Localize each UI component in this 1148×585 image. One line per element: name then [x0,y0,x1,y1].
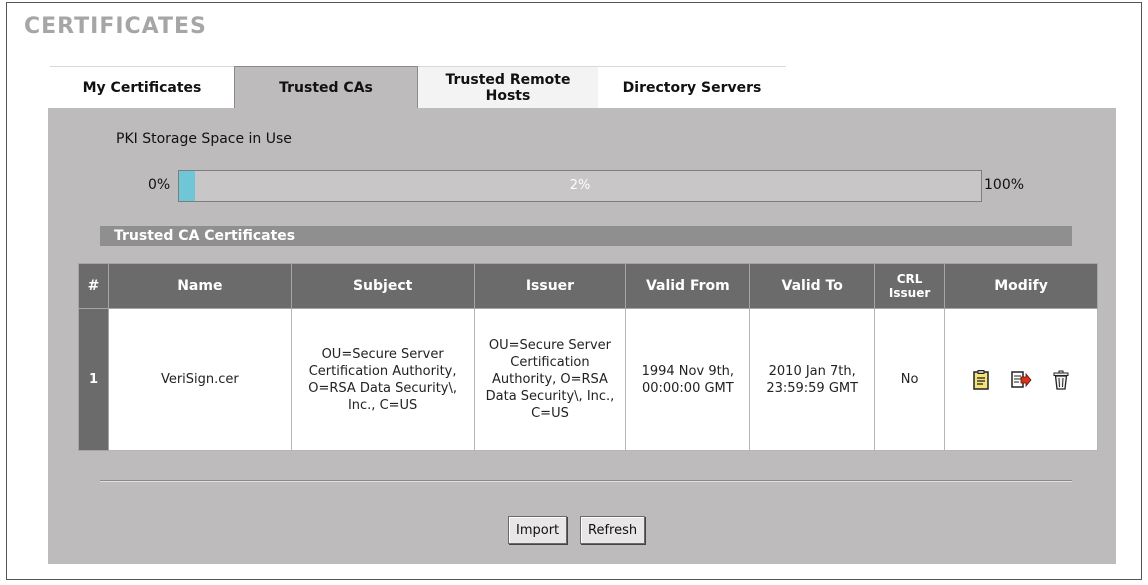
tab-label: My Certificates [82,80,202,96]
header-valid-to: Valid To [749,263,876,309]
tab-label: Directory Servers [622,80,762,96]
storage-usage-text: 2% [569,178,591,193]
details-icon[interactable] [970,369,992,391]
row-modify [944,308,1098,451]
row-valid-to: 2010 Jan 7th, 23:59:59 GMT [749,308,876,451]
storage-min-label: 0% [148,177,171,193]
divider [100,480,1072,482]
refresh-button[interactable]: Refresh [580,516,646,544]
storage-max-label: 100% [984,177,1025,193]
tab-directory-servers[interactable]: Directory Servers [598,66,786,109]
page-title: CERTIFICATES [24,14,207,39]
tab-label: Trusted CAs [279,80,373,96]
import-button[interactable]: Import [508,516,568,544]
header-name: Name [107,263,292,309]
delete-icon[interactable] [1050,369,1072,391]
tab-trusted-cas[interactable]: Trusted CAs [234,66,418,109]
row-subject: OU=Secure Server Certification Authority… [290,308,475,451]
row-valid-from: 1994 Nov 9th, 00:00:00 GMT [625,308,751,451]
tab-trusted-remote-hosts[interactable]: Trusted Remote Hosts [418,66,598,109]
header-subject: Subject [290,263,475,309]
tab-my-certificates[interactable]: My Certificates [50,66,234,109]
row-issuer: OU=Secure Server Certification Authority… [473,308,627,451]
row-name: VeriSign.cer [107,308,292,451]
row-index: 1 [78,308,109,451]
tab-label: Trusted Remote Hosts [445,72,571,104]
table-header-row: # Name Subject Issuer Valid From Valid T… [78,263,1098,309]
header-valid-from: Valid From [625,263,751,309]
trusted-ca-table: # Name Subject Issuer Valid From Valid T… [78,263,1098,451]
header-index: # [78,263,109,309]
header-issuer: Issuer [473,263,627,309]
header-modify: Modify [944,263,1098,309]
storage-usage-bar: 2% [178,170,982,202]
header-crl-issuer: CRL Issuer [874,263,946,309]
table-row: 1 VeriSign.cer OU=Secure Server Certific… [78,308,1098,451]
export-icon[interactable] [1010,369,1032,391]
tab-bar: My Certificates Trusted CAs Trusted Remo… [50,66,786,109]
row-crl-issuer: No [874,308,946,451]
section-title: Trusted CA Certificates [100,226,1072,246]
pki-storage-label: PKI Storage Space in Use [116,131,292,147]
